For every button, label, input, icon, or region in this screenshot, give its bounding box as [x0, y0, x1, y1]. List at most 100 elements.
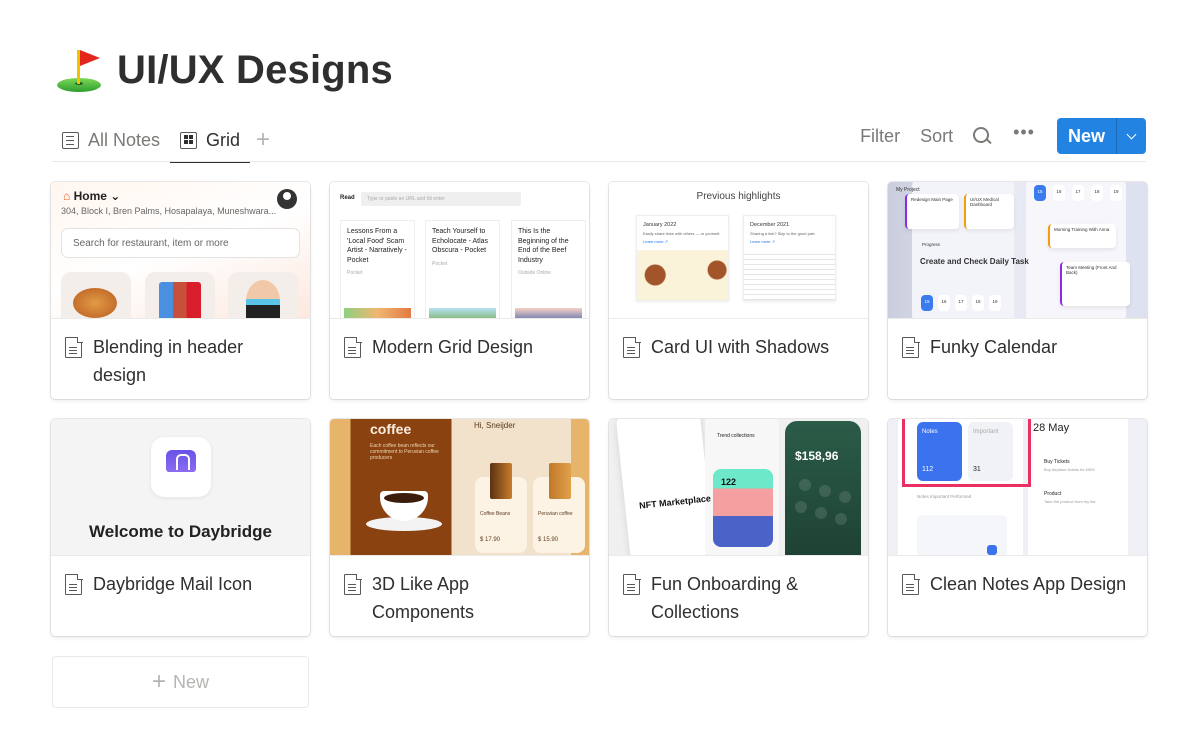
day-chip: 15: [1034, 185, 1046, 201]
toolbar: Filter Sort ••• New: [840, 118, 1146, 154]
home-icon: ⌂: [63, 189, 71, 203]
highlight-text: Sharing a link? Skip to the good part.: [750, 231, 816, 236]
filter-button[interactable]: Filter: [860, 126, 900, 147]
more-options-icon[interactable]: •••: [1013, 123, 1035, 141]
highlight-link: Learn more ↗: [750, 239, 775, 244]
article-source: Pocket: [432, 260, 448, 267]
product-price: $ 15.90: [538, 537, 559, 543]
article-image: [344, 308, 411, 318]
flag-in-hole-icon[interactable]: [55, 46, 105, 94]
card-title: Daybridge Mail Icon: [93, 574, 253, 594]
thumb-headline: Create and Check Daily Task: [920, 257, 1029, 266]
day-chip: 18: [972, 295, 984, 311]
card-title: 3D Like App Components: [372, 574, 475, 622]
project-card: UI/UX Medical Dashboard: [964, 194, 1014, 229]
sort-button[interactable]: Sort: [920, 126, 953, 147]
keypad-key: [835, 513, 847, 525]
page-icon: [65, 573, 83, 595]
card-thumbnail: Welcome to Daybridge: [51, 419, 310, 556]
card-body: Fun Onboarding & Collections: [609, 556, 868, 626]
keypad-key: [839, 491, 851, 503]
notes-icon: [62, 131, 79, 149]
new-button-group: New: [1056, 118, 1146, 154]
phone-mockup: [1028, 419, 1128, 555]
coffee-bag-graphic: [549, 463, 571, 499]
card-thumbnail: Notes 112 Important 31 Notes Important Per…: [888, 419, 1147, 556]
project-card: Redesign Main Page: [905, 194, 959, 229]
gallery-card[interactable]: My Project Redesign Main Page UI/UX Medi…: [888, 182, 1147, 399]
article-title: This Is the Beginning of the End of the …: [518, 228, 569, 264]
thumb-address: 304, Block I, Bren Palms, Hosapalaya, Mu…: [61, 206, 277, 216]
coffee-cup-graphic: [380, 491, 428, 521]
keypad-key: [819, 485, 831, 497]
search-icon[interactable]: [973, 127, 991, 145]
thumb-greeting: Hi, Sneijder: [474, 421, 516, 430]
thumb-count: 122: [721, 477, 737, 487]
day-chip: 17: [1072, 185, 1084, 201]
event-card: Morning Training With Anna: [1048, 224, 1116, 248]
delivery-tile: [228, 272, 298, 318]
gallery-card[interactable]: Welcome to Daybridge Daybridge Mail Icon: [51, 419, 310, 636]
card-body: Blending in header design: [51, 319, 310, 389]
tab-all-notes[interactable]: All Notes: [52, 118, 170, 162]
page-icon: [902, 336, 920, 358]
thumb-read-label: Read: [340, 195, 355, 201]
send-icon: [987, 545, 997, 555]
page-header: UI/UX Designs: [55, 46, 393, 94]
card-body: Daybridge Mail Icon: [51, 556, 310, 598]
article-source: Outside Online: [518, 270, 552, 276]
article-title: Lessons From a 'Local Food' Scam Artist …: [347, 228, 407, 264]
new-dropdown-button[interactable]: [1116, 118, 1146, 154]
thumb-heading: Previous highlights: [696, 191, 781, 202]
page-icon: [344, 336, 362, 358]
card-thumbnail: My Project Redesign Main Page UI/UX Medi…: [888, 182, 1147, 319]
article-image: [429, 308, 496, 318]
gallery-card[interactable]: Previous highlights January 2022 Easily …: [609, 182, 868, 399]
highlight-date: December 2021: [750, 222, 790, 228]
card-thumbnail: ⌂ Home ⌄ 304, Block I, Bren Palms, Hosap…: [51, 182, 310, 319]
thumb-article: Teach Yourself to Echolocate - Atlas Obs…: [425, 220, 500, 318]
card-body: Clean Notes App Design: [888, 556, 1147, 598]
card-body: Modern Grid Design: [330, 319, 589, 361]
gallery-card[interactable]: ⌂ Home ⌄ 304, Block I, Bren Palms, Hosap…: [51, 182, 310, 399]
thumb-coffee-heading: coffee: [370, 421, 412, 437]
add-view-button[interactable]: +: [250, 126, 276, 154]
card-title: Modern Grid Design: [372, 337, 534, 357]
food-tile: [61, 272, 131, 318]
highlight-screenshot: [744, 250, 835, 300]
task-title: Buy Tickets: [1044, 459, 1070, 465]
day-chip: 19: [1110, 185, 1122, 201]
highlight-text: Easily share links with others — or your…: [643, 231, 721, 236]
task-desc: Buy Airplane tickets for £559: [1044, 467, 1095, 472]
new-button[interactable]: New: [1057, 118, 1116, 154]
product-price: $ 17.90: [480, 537, 501, 543]
gallery-card[interactable]: coffee Each coffee bean reflects our com…: [330, 419, 589, 636]
day-chip: 18: [1091, 185, 1103, 201]
day-chip: 16: [1053, 185, 1065, 201]
tab-grid[interactable]: Grid: [170, 118, 251, 163]
card-thumbnail: Previous highlights January 2022 Easily …: [609, 182, 868, 319]
gallery-card[interactable]: Notes 112 Important 31 Notes Important Per…: [888, 419, 1147, 636]
avatar-icon: [277, 189, 297, 209]
card-title: Funky Calendar: [930, 337, 1058, 357]
article-source: Pocket: [347, 270, 363, 276]
page-icon: [623, 336, 641, 358]
thumb-coffee-desc: Each coffee bean reflects our commitment…: [370, 443, 439, 461]
highlight-frame: [902, 419, 1031, 487]
thumb-tabs: Notes Important Performed: [917, 494, 972, 499]
plus-icon: +: [151, 668, 166, 695]
page-icon: [344, 573, 362, 595]
product-name: Coffee Beans: [480, 511, 511, 517]
page-title[interactable]: UI/UX Designs: [117, 48, 393, 93]
highlight-screenshot: [637, 250, 728, 300]
add-new-card-button[interactable]: + New: [52, 656, 309, 708]
keypad-key: [799, 479, 811, 491]
article-image: [515, 308, 582, 318]
card-body: Funky Calendar: [888, 319, 1147, 361]
card-title: Card UI with Shadows: [651, 337, 830, 357]
card-title: Blending in header design: [93, 337, 244, 385]
thumb-search-bar: Search for restaurant, item or more: [61, 228, 300, 258]
gallery-card[interactable]: NFT Marketplace Trend collections 122 $1…: [609, 419, 868, 636]
gallery-card[interactable]: Read Type or paste an URL and hit enter …: [330, 182, 589, 399]
event-card: Team Meeting (Front And Back): [1060, 262, 1130, 306]
